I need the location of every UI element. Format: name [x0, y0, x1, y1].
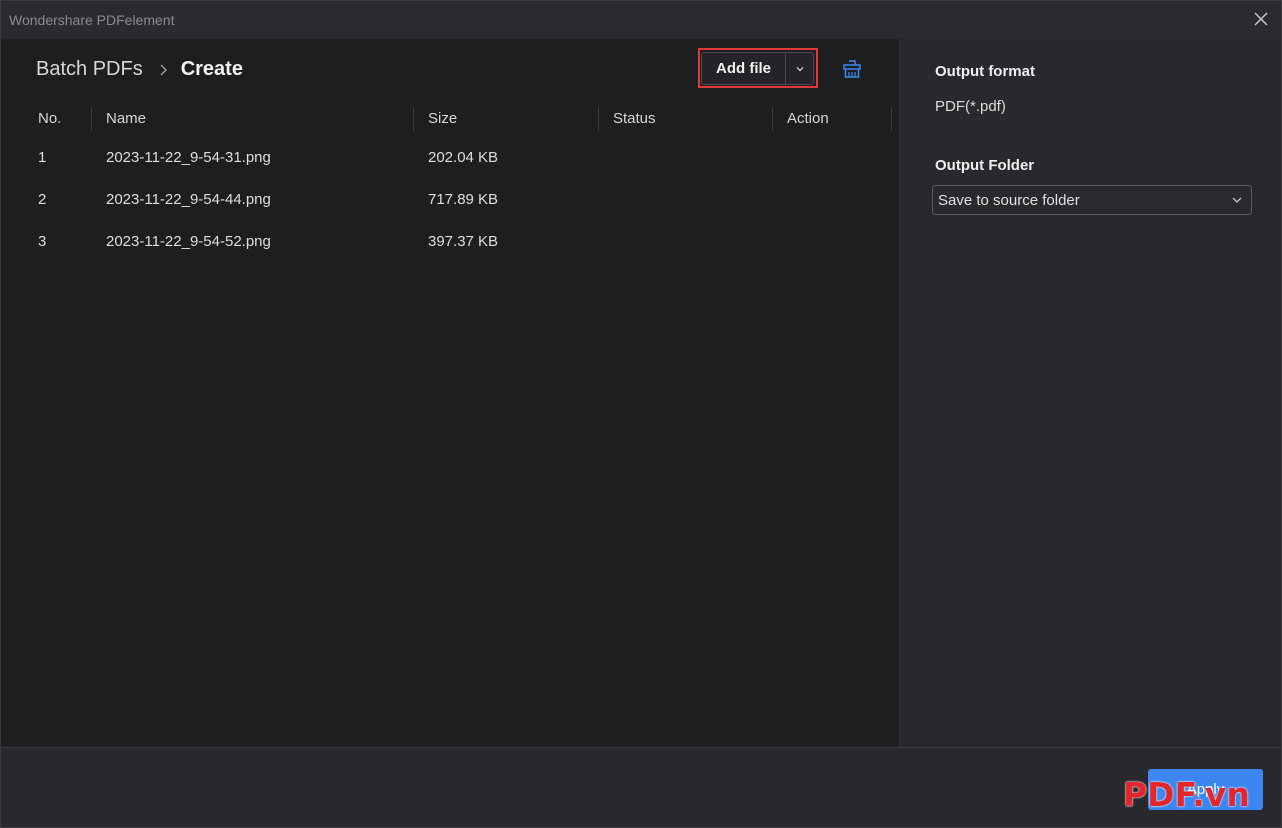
file-size: 202.04 KB	[428, 149, 499, 166]
column-header-no: No.	[38, 110, 62, 127]
settings-panel: Output format PDF(*.pdf) Output Folder S…	[899, 39, 1281, 747]
column-header-name: Name	[106, 110, 147, 127]
table-row[interactable]: 1 2023-11-22_9-54-31.png 202.04 KB	[1, 149, 899, 191]
chevron-down-icon	[1232, 197, 1242, 203]
chevron-down-icon	[796, 66, 803, 71]
column-header-status: Status	[613, 110, 656, 127]
column-divider[interactable]	[891, 107, 892, 131]
file-name: 2023-11-22_9-54-52.png	[106, 233, 271, 250]
column-divider[interactable]	[772, 107, 773, 131]
footer-bar: Apply PDF.vn	[1, 747, 1281, 827]
close-icon[interactable]	[1251, 9, 1271, 29]
output-format-label: Output format	[935, 63, 1035, 80]
clear-list-icon[interactable]	[841, 58, 863, 80]
output-format-value: PDF(*.pdf)	[935, 98, 1006, 115]
app-window: Wondershare PDFelement Batch PDFs Create…	[0, 0, 1282, 828]
breadcrumb-current: Create	[180, 58, 243, 80]
chevron-right-icon	[160, 64, 167, 75]
row-number: 3	[38, 233, 47, 250]
file-name: 2023-11-22_9-54-31.png	[106, 149, 271, 166]
window-title: Wondershare PDFelement	[9, 12, 175, 28]
file-size: 717.89 KB	[428, 191, 499, 208]
column-header-action: Action	[787, 110, 829, 127]
column-divider[interactable]	[91, 107, 92, 131]
add-file-dropdown[interactable]	[786, 53, 813, 84]
add-file-button[interactable]: Add file	[702, 53, 786, 84]
output-folder-label: Output Folder	[935, 157, 1035, 174]
file-list-panel: Batch PDFs Create Add file No. Name Size…	[1, 39, 899, 747]
column-divider[interactable]	[413, 107, 414, 131]
column-header-size: Size	[428, 110, 458, 127]
row-number: 2	[38, 191, 47, 208]
file-size: 397.37 KB	[428, 233, 499, 250]
add-file-split-button: Add file	[701, 52, 814, 85]
breadcrumb: Batch PDFs Create	[36, 58, 243, 81]
breadcrumb-parent[interactable]: Batch PDFs	[36, 58, 143, 81]
file-name: 2023-11-22_9-54-44.png	[106, 191, 271, 208]
output-folder-select[interactable]: Save to source folder	[932, 185, 1252, 215]
row-number: 1	[38, 149, 47, 166]
apply-button[interactable]: Apply	[1148, 769, 1263, 810]
table-header: No. Name Size Status Action	[1, 107, 899, 133]
output-folder-value: Save to source folder	[938, 191, 1080, 209]
column-divider[interactable]	[598, 107, 599, 131]
table-row[interactable]: 3 2023-11-22_9-54-52.png 397.37 KB	[1, 233, 899, 275]
table-row[interactable]: 2 2023-11-22_9-54-44.png 717.89 KB	[1, 191, 899, 233]
title-bar: Wondershare PDFelement	[1, 1, 1281, 39]
